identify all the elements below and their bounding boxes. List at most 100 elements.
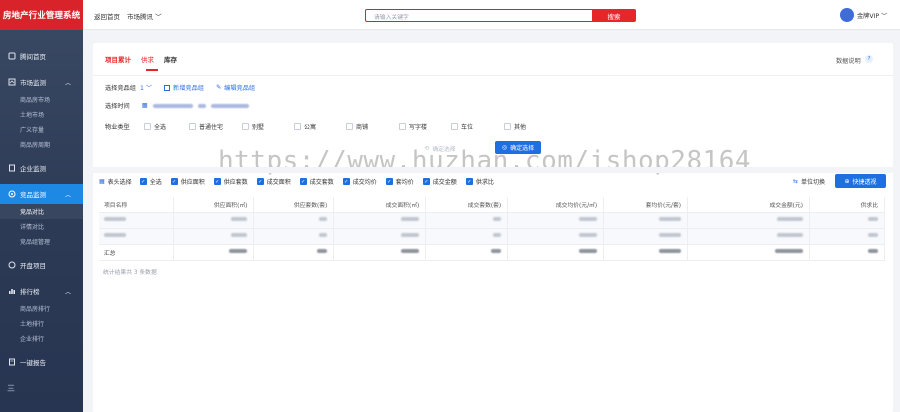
sidebar-subitem-group-manage[interactable]: 竞品组管理: [0, 234, 83, 249]
column-option[interactable]: ✓ 成交套数: [299, 177, 334, 186]
column-option-label: 供应套数: [223, 179, 248, 186]
help-icon[interactable]: ?: [865, 55, 873, 63]
property-option[interactable]: 全选: [144, 122, 166, 131]
app-logo: 房地产行业管理系统: [0, 0, 83, 30]
redacted-cell: [687, 212, 810, 229]
column-header[interactable]: 成交套数(套): [425, 197, 509, 213]
property-option[interactable]: 其他: [504, 122, 526, 131]
chevron-up-icon: ︿: [64, 80, 71, 87]
group-select[interactable]: 1 ﹀: [140, 83, 152, 92]
column-option[interactable]: ✓ 供求比: [465, 177, 494, 186]
column-header[interactable]: 供求比: [809, 197, 886, 213]
sidebar-collapse-button[interactable]: 三: [0, 378, 83, 398]
sidebar-item-label: 排行榜: [20, 288, 40, 296]
quick-pivot-button[interactable]: ⊕ 快捷透视: [835, 174, 886, 188]
property-option-label: 普通住宅: [199, 124, 224, 131]
search-button[interactable]: 搜索: [592, 9, 636, 22]
unit-switch-button[interactable]: ⇆ 单位切换: [793, 177, 825, 186]
sidebar-subitem-housing-market[interactable]: 商品房市场: [0, 92, 83, 107]
column-option-label: 成交金额: [432, 179, 457, 186]
redacted-cell: [507, 212, 605, 229]
chevron-down-icon: ﹀: [881, 12, 888, 20]
flag-icon: [7, 261, 16, 270]
column-option[interactable]: ✓ 供应套数: [213, 177, 248, 186]
property-option[interactable]: 普通住宅: [189, 122, 223, 131]
time-selector-row: 选择时间 ▦: [105, 101, 249, 110]
redacted-cell: [809, 244, 886, 261]
summary-label: 汇总: [99, 244, 175, 261]
sidebar-subitem-detail-compare[interactable]: 详情对比: [0, 219, 83, 234]
sidebar-item-report[interactable]: 一键报告: [0, 352, 83, 372]
checkbox: [451, 123, 458, 130]
data-table: 项目名称 供应面积(㎡) 供应套数(套) 成交面积(㎡) 成交套数(套) 成交均…: [99, 197, 886, 261]
redacted-cell: [99, 228, 175, 245]
sidebar-subitem-land-market[interactable]: 土地市场: [0, 107, 83, 122]
checkbox-checked-icon: ✓: [170, 178, 178, 185]
calendar-icon: ▦: [141, 102, 148, 109]
column-option[interactable]: ✓ 供应面积: [170, 177, 205, 186]
crosshair-icon: ⊕: [844, 177, 850, 185]
time-range-field[interactable]: [152, 103, 249, 108]
tab-inventory[interactable]: 库存: [164, 54, 177, 64]
property-option[interactable]: 车位: [451, 122, 473, 131]
checkbox: [504, 123, 511, 130]
user-menu[interactable]: 金牌VIP ﹀: [840, 8, 887, 22]
sidebar-subitem-housing-rank[interactable]: 商品房排行: [0, 301, 83, 316]
redacted-cell: [603, 228, 689, 245]
redacted-cell: [253, 212, 335, 229]
add-group-button[interactable]: 新增竞品组: [164, 83, 204, 92]
table-row[interactable]: [99, 228, 886, 245]
column-header[interactable]: 成交均价(元/㎡): [507, 197, 605, 213]
column-header[interactable]: 套均价(元/套): [603, 197, 689, 213]
sidebar-subitem-compare[interactable]: 竞品对比: [0, 204, 83, 219]
sidebar-item-opening[interactable]: 开盘项目: [0, 255, 83, 275]
sidebar-item-label: 腾间首页: [20, 53, 46, 61]
tab-project-total[interactable]: 项目累计: [105, 54, 131, 64]
result-count: 统计结果共 3 条数据: [103, 270, 157, 276]
time-label: 选择时间: [105, 103, 130, 110]
property-option[interactable]: 别墅: [242, 122, 264, 131]
market-dropdown[interactable]: 市场腾讯 ﹀: [127, 11, 162, 21]
table-row[interactable]: [99, 212, 886, 229]
property-option[interactable]: 公寓: [294, 122, 316, 131]
sidebar-subitem-housing-cycle[interactable]: 商品房周期: [0, 137, 83, 152]
data-description-link[interactable]: 数据说明: [836, 56, 861, 65]
property-option-label: 商铺: [356, 124, 369, 131]
column-option[interactable]: ✓ 成交面积: [256, 177, 291, 186]
sidebar-item-ranking[interactable]: 排行榜 ︿: [0, 281, 83, 301]
edit-icon: ✎: [215, 84, 222, 91]
sidebar-item-home[interactable]: 腾间首页: [0, 46, 83, 66]
tab-supply-demand[interactable]: 供求: [141, 54, 154, 64]
column-option[interactable]: ✓ 成交金额: [422, 177, 457, 186]
checkbox-checked-icon: ✓: [385, 178, 393, 185]
back-home-link[interactable]: 返回首页: [94, 11, 120, 21]
sidebar-item-label: 竞品监测: [20, 191, 46, 199]
sidebar-item-market[interactable]: 市场监测 ︿: [0, 72, 83, 92]
sidebar-subitem-enterprise-rank[interactable]: 企业排行: [0, 331, 83, 346]
search-input[interactable]: 请输入关键字: [365, 9, 609, 22]
property-option[interactable]: 写字楼: [399, 122, 427, 131]
column-option[interactable]: ✓ 套均价: [385, 177, 414, 186]
column-header[interactable]: 成交金额(元): [687, 197, 810, 213]
property-type-label: 物业类型: [105, 124, 130, 131]
sidebar: 房地产行业管理系统 腾间首页 市场监测 ︿ 商品房市场 土地市场 广义存量 商品…: [0, 0, 83, 412]
sidebar-subitem-broad-stock[interactable]: 广义存量: [0, 122, 83, 137]
column-option[interactable]: ✓ 成交均价: [342, 177, 377, 186]
edit-group-button[interactable]: ✎ 编辑竞品组: [216, 83, 255, 92]
edit-group-label: 编辑竞品组: [224, 85, 256, 92]
redacted-cell: [173, 228, 255, 245]
column-option[interactable]: ✓ 全选: [139, 177, 162, 186]
redacted-cell: [687, 228, 810, 245]
sidebar-item-enterprise[interactable]: 企业监测: [0, 158, 83, 178]
redacted-cell: [425, 244, 509, 261]
property-option-label: 别墅: [252, 124, 265, 131]
column-header[interactable]: 成交面积(㎡): [333, 197, 427, 213]
column-header[interactable]: 供应面积(㎡): [173, 197, 255, 213]
swap-icon: ⇆: [793, 178, 799, 185]
sidebar-item-competitor[interactable]: 竞品监测 ︿: [0, 184, 83, 204]
column-header[interactable]: 项目名称: [99, 197, 175, 213]
table-header-row: 项目名称 供应面积(㎡) 供应套数(套) 成交面积(㎡) 成交套数(套) 成交均…: [99, 197, 886, 213]
property-option[interactable]: 商铺: [346, 122, 368, 131]
sidebar-subitem-land-rank[interactable]: 土地排行: [0, 316, 83, 331]
column-header[interactable]: 供应套数(套): [253, 197, 335, 213]
